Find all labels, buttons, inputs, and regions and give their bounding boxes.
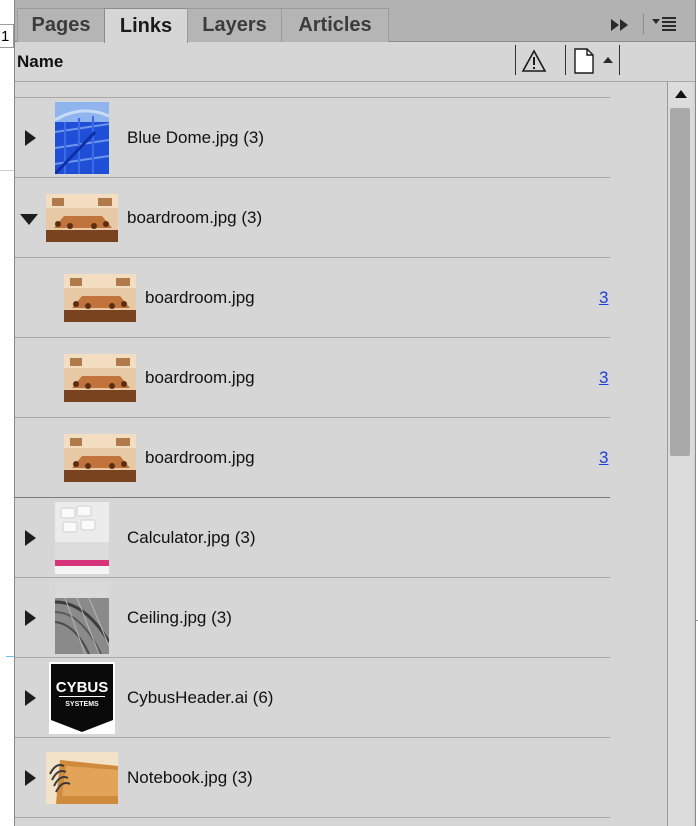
header-separator	[565, 45, 566, 75]
disclosure-triangle-icon[interactable]	[25, 610, 36, 626]
thumbnail-boardroom	[46, 194, 118, 242]
header-separator	[619, 45, 620, 75]
cybus-logo-title: CYBUS	[56, 679, 109, 696]
panel-tab-bar: Pages Links Layers Articles	[15, 0, 695, 43]
link-name: Calculator.jpg (3)	[127, 528, 256, 547]
page-number-link[interactable]: 3	[599, 288, 608, 308]
page-number-link[interactable]: 3	[599, 448, 608, 468]
list-item[interactable]: boardroom.jpg 3	[15, 418, 610, 498]
scrollbar-thumb[interactable]	[670, 108, 690, 456]
list-item[interactable]: Calculator.jpg (3)	[15, 498, 610, 578]
tab-layers[interactable]: Layers	[187, 8, 282, 42]
thumbnail-boardroom	[64, 434, 136, 482]
thumbnail-boardroom	[64, 274, 136, 322]
disclosure-triangle-icon[interactable]	[25, 130, 36, 146]
link-name: Notebook.jpg (3)	[127, 768, 253, 787]
link-name: Blue Dome.jpg (3)	[127, 128, 265, 147]
links-list: Blue Dome.jpg (3) boardroom.jpg (3) boar…	[15, 82, 667, 826]
header-separator	[515, 45, 516, 75]
list-top-spacer	[15, 82, 610, 98]
thumbnail-notebook	[46, 752, 118, 804]
warning-icon[interactable]	[521, 49, 547, 73]
list-item[interactable]: CYBUS SYSTEMS CybusHeader.ai (6)	[15, 658, 610, 738]
document-guide	[6, 656, 14, 657]
sort-ascending-icon[interactable]	[603, 57, 613, 63]
thumbnail-ceiling	[55, 582, 109, 654]
list-item[interactable]: Blue Dome.jpg (3)	[15, 98, 610, 178]
link-name: boardroom.jpg	[145, 368, 255, 387]
toolbar-divider	[643, 14, 644, 34]
document-page-field[interactable]: 1	[0, 24, 14, 48]
cybus-logo-subtitle: SYSTEMS	[65, 701, 99, 708]
thumbnail-calculator	[55, 502, 109, 574]
tab-pages[interactable]: Pages	[17, 8, 105, 42]
link-name: boardroom.jpg (3)	[127, 208, 263, 227]
links-panel: Pages Links Layers Articles Name Blue Do…	[14, 0, 696, 826]
vertical-scrollbar[interactable]	[667, 82, 693, 826]
list-item[interactable]: Ceiling.jpg (3)	[15, 578, 610, 658]
double-chevron-right-icon[interactable]	[611, 14, 633, 36]
thumbnail-blue-dome	[55, 102, 109, 174]
page-icon[interactable]	[573, 47, 595, 75]
link-name: boardroom.jpg	[145, 448, 255, 467]
list-item[interactable]: boardroom.jpg (3)	[15, 178, 610, 258]
link-name: boardroom.jpg	[145, 288, 255, 307]
tab-links[interactable]: Links	[104, 8, 188, 43]
disclosure-triangle-open-icon[interactable]	[20, 214, 38, 225]
document-rule	[0, 170, 14, 171]
list-item[interactable]: Notebook.jpg (3)	[15, 738, 610, 818]
link-name: CybusHeader.ai (6)	[127, 688, 274, 707]
column-name-header[interactable]: Name	[17, 52, 63, 72]
disclosure-triangle-icon[interactable]	[25, 770, 36, 786]
list-item[interactable]: boardroom.jpg 3	[15, 258, 610, 338]
disclosure-triangle-icon[interactable]	[25, 690, 36, 706]
list-item[interactable]: boardroom.jpg 3	[15, 338, 610, 418]
thumbnail-boardroom	[64, 354, 136, 402]
column-header: Name	[15, 42, 695, 82]
link-name: Ceiling.jpg (3)	[127, 608, 232, 627]
thumbnail-cybus-logo: CYBUS SYSTEMS	[49, 662, 115, 734]
page-number-link[interactable]: 3	[599, 368, 608, 388]
tab-articles[interactable]: Articles	[281, 8, 389, 42]
panel-menu-icon[interactable]	[652, 15, 680, 35]
scroll-up-arrow-icon[interactable]	[668, 82, 693, 106]
disclosure-triangle-icon[interactable]	[25, 530, 36, 546]
